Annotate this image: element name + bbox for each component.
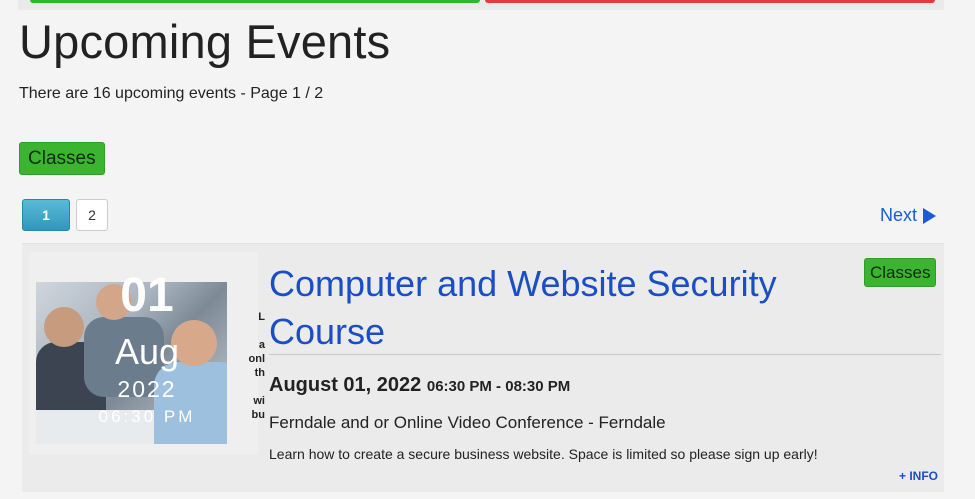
date-year: 2022: [117, 376, 177, 402]
page-button-2[interactable]: 2: [76, 199, 108, 231]
thumbnail-side-text: L a onl th wi bu: [248, 311, 266, 421]
event-title-link[interactable]: Computer and Website Security Course: [269, 260, 789, 356]
event-thumbnail-frame[interactable]: 01 Aug 2022 06:30 PM L a onl th wi bu: [29, 252, 265, 454]
category-filter-label: Classes: [28, 148, 96, 169]
pagination: 1 2: [22, 199, 108, 231]
next-label: Next: [880, 205, 918, 225]
next-page-link[interactable]: Next: [880, 205, 937, 226]
play-arrow-icon: [923, 207, 937, 224]
page-button-1[interactable]: 1: [22, 199, 70, 231]
top-green-bar[interactable]: [30, 0, 480, 3]
category-filter-button[interactable]: Classes: [19, 142, 105, 175]
event-description: Learn how to create a secure business we…: [269, 446, 818, 462]
top-red-bar[interactable]: [485, 0, 935, 3]
events-count-text: There are 16 upcoming events - Page 1 / …: [19, 85, 324, 102]
event-location: Ferndale and or Online Video Conference …: [269, 413, 666, 432]
date-month: Aug: [114, 331, 180, 372]
event-time: 06:30 PM - 08:30 PM: [426, 378, 571, 395]
date-day: 01: [120, 269, 174, 322]
more-info-link[interactable]: + INFO: [899, 469, 938, 483]
event-date-text: August 01, 2022: [269, 374, 422, 396]
event-card: 01 Aug 2022 06:30 PM L a onl th wi bu Class…: [22, 243, 944, 492]
page-title: Upcoming Events: [19, 15, 391, 68]
date-time: 06:30 PM: [98, 407, 196, 426]
divider: [269, 354, 941, 355]
event-date: August 01, 2022 06:30 PM - 08:30 PM: [269, 374, 570, 397]
event-category-badge[interactable]: Classes: [864, 258, 937, 287]
